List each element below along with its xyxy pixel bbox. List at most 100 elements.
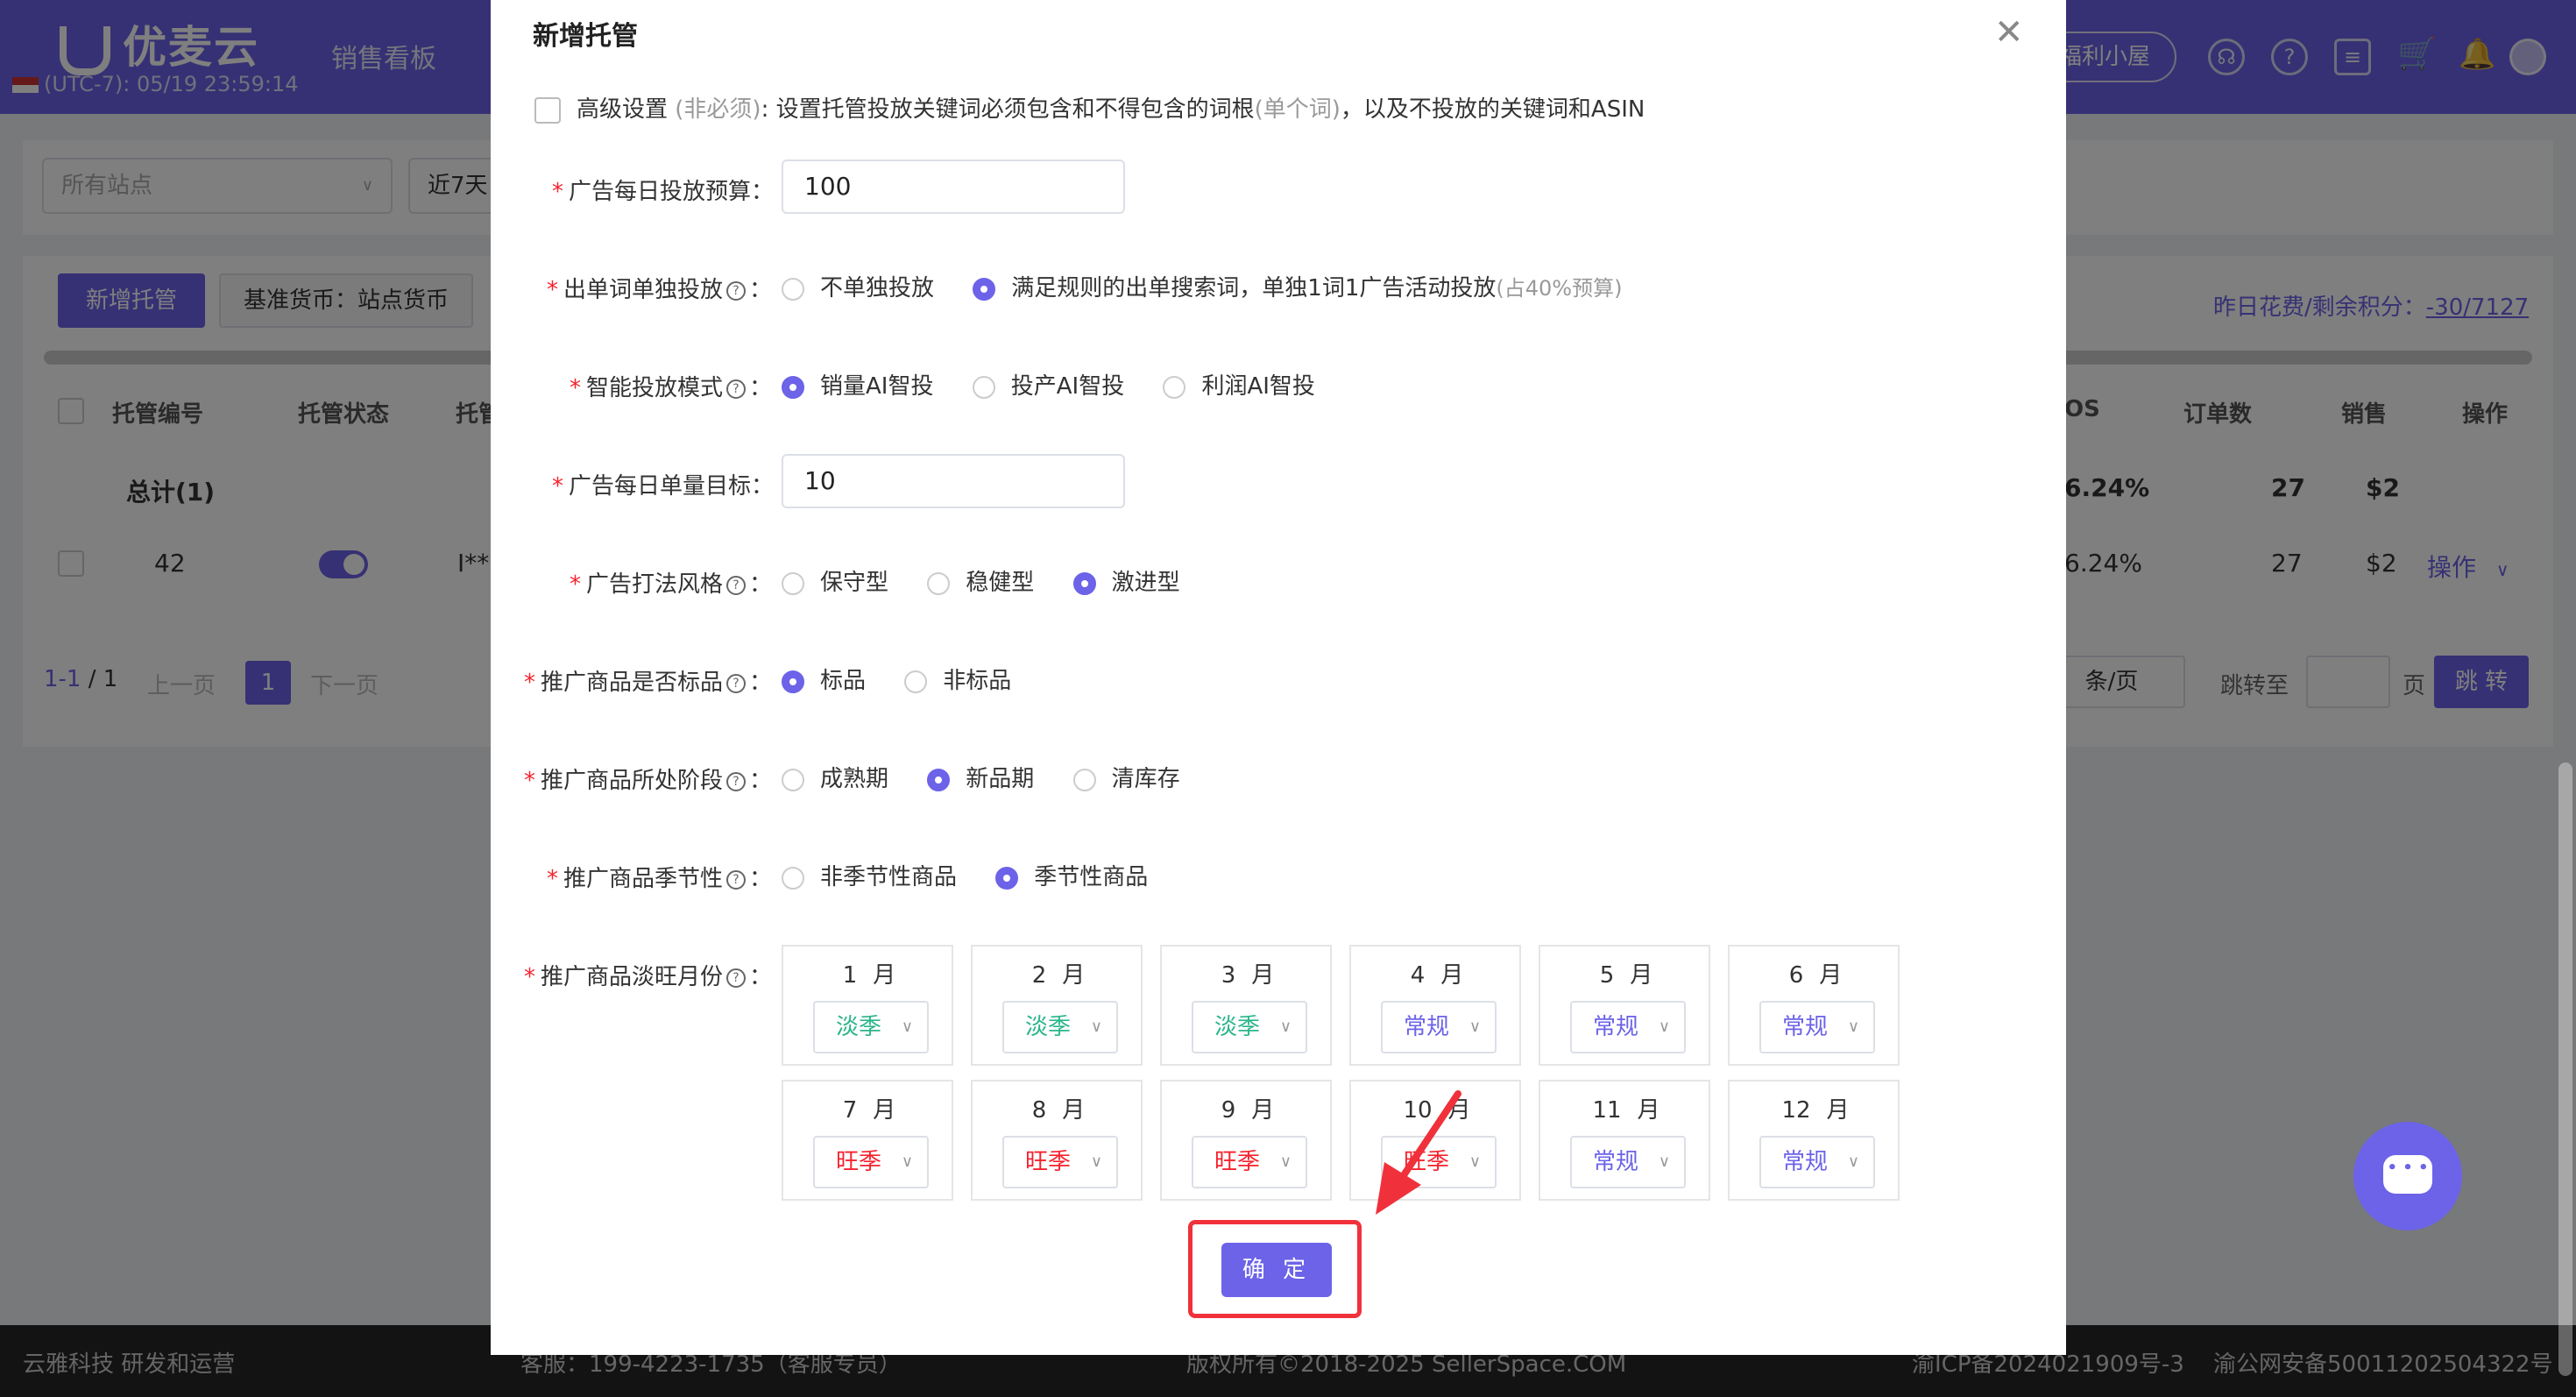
close-icon[interactable]: ✕ (1994, 12, 2024, 53)
season-select[interactable]: 常规 ∨ (1570, 1136, 1686, 1188)
season-select[interactable]: 旺季 ∨ (1192, 1136, 1307, 1188)
season-value: 常规 (1782, 1149, 1829, 1175)
arrow-annotation-icon (1376, 1090, 1461, 1215)
month-unit: 月 (1440, 962, 1464, 989)
month-unit: 月 (1637, 1097, 1660, 1124)
season-value: 淡季 (836, 1014, 882, 1040)
month-cell: 9 月旺季 ∨ (1160, 1080, 1332, 1201)
ai-mode-label: * 智能投放模式?： (570, 375, 773, 401)
radio-sales-ai[interactable]: 销量AI智投 (782, 368, 933, 401)
radio-no-single[interactable]: 不单独投放 (782, 270, 934, 302)
radio-seasonal[interactable]: 季节性商品 (995, 859, 1148, 891)
advanced-settings-checkbox[interactable] (534, 96, 561, 124)
month-number: 4 (1410, 962, 1426, 989)
radio-dot-selected (927, 768, 951, 791)
month-unit: 月 (1819, 962, 1843, 989)
month-number: 7 (842, 1097, 858, 1124)
single-word-radio-group: 不单独投放 满足规则的出单搜索词，单独1词1广告活动投放(占40%预算) (782, 270, 1653, 302)
question-icon[interactable]: ? (726, 869, 747, 890)
new-hosting-modal: 新增托管 ✕ 高级设置 (非必须): 设置托管投放关键词必须包含和不得包含的词根… (491, 0, 2066, 1355)
radio-steady[interactable]: 稳健型 (927, 564, 1034, 597)
month-name: 3月 (1162, 957, 1334, 989)
season-select[interactable]: 常规 ∨ (1759, 1001, 1875, 1053)
radio-dot (927, 571, 951, 595)
month-cell: 3 月淡季 ∨ (1160, 945, 1332, 1066)
month-name: 5月 (1540, 957, 1712, 989)
season-select[interactable]: 旺季 ∨ (1002, 1136, 1118, 1188)
month-number: 9 (1221, 1097, 1236, 1124)
product-stage-radio-group: 成熟期 新品期 清库存 (782, 761, 1212, 793)
season-select[interactable]: 常规 ∨ (1570, 1001, 1686, 1053)
month-unit: 月 (873, 962, 896, 989)
season-select[interactable]: 常规 ∨ (1381, 1001, 1497, 1053)
season-select[interactable]: 淡季 ∨ (813, 1001, 929, 1053)
radio-aggressive[interactable]: 激进型 (1072, 564, 1180, 597)
month-unit: 月 (1251, 1097, 1275, 1124)
radio-dot (782, 768, 804, 791)
question-icon[interactable]: ? (726, 280, 747, 301)
chat-icon (2383, 1155, 2432, 1194)
chevron-down-icon: ∨ (901, 1018, 913, 1036)
chevron-down-icon: ∨ (1090, 1152, 1102, 1171)
question-icon[interactable]: ? (726, 968, 747, 988)
month-name: 2月 (973, 957, 1144, 989)
month-cell: 2 月淡季 ∨ (971, 945, 1143, 1066)
ad-style-label: * 广告打法风格?： (570, 571, 773, 598)
chevron-down-icon: ∨ (1847, 1152, 1859, 1171)
standard-product-label: * 推广商品是否标品?： (524, 670, 773, 696)
month-name: 9月 (1162, 1092, 1334, 1124)
page-scrollbar[interactable] (2558, 762, 2572, 1376)
radio-single[interactable]: 满足规则的出单搜索词，单独1词1广告活动投放(占40%预算) (973, 270, 1622, 302)
daily-order-target-label: * 广告每日单量目标： (552, 473, 775, 500)
radio-profit-ai[interactable]: 利润AI智投 (1163, 368, 1315, 401)
confirm-button[interactable]: 确 定 (1221, 1243, 1332, 1297)
month-name: 12 月 (1730, 1092, 1901, 1124)
radio-mature[interactable]: 成熟期 (782, 761, 888, 793)
radio-dot-selected (782, 375, 804, 399)
month-unit: 月 (873, 1097, 896, 1124)
radio-dot (782, 277, 804, 301)
month-unit: 月 (1062, 962, 1086, 989)
radio-dot (1072, 768, 1096, 791)
radio-new[interactable]: 新品期 (927, 761, 1034, 793)
month-unit: 月 (1630, 962, 1653, 989)
month-cell: 5 月常规 ∨ (1539, 945, 1710, 1066)
radio-non-seasonal[interactable]: 非季节性商品 (782, 859, 957, 891)
month-cell: 1 月淡季 ∨ (782, 945, 953, 1066)
radio-conservative[interactable]: 保守型 (782, 564, 888, 597)
radio-standard[interactable]: 标品 (782, 663, 866, 695)
daily-order-target-input[interactable]: 10 (782, 454, 1125, 508)
advanced-settings: 高级设置 (非必须): 设置托管投放关键词必须包含和不得包含的词根(单个词)，以… (534, 91, 1645, 124)
radio-dot-selected (1072, 571, 1096, 595)
standard-product-radio-group: 标品 非标品 (782, 663, 1043, 695)
question-icon[interactable]: ? (726, 575, 747, 595)
chat-button[interactable] (2353, 1122, 2462, 1230)
season-select[interactable]: 淡季 ∨ (1192, 1001, 1307, 1053)
question-icon[interactable]: ? (726, 379, 747, 399)
season-months-label: * 推广商品淡旺月份?： (524, 964, 773, 990)
radio-dot (972, 375, 995, 399)
season-value: 常规 (1593, 1149, 1639, 1175)
chevron-down-icon: ∨ (1658, 1018, 1670, 1036)
radio-non-standard[interactable]: 非标品 (904, 663, 1011, 695)
product-stage-label: * 推广商品所处阶段?： (524, 768, 773, 794)
season-select[interactable]: 淡季 ∨ (1002, 1001, 1118, 1053)
season-value: 常规 (1404, 1014, 1450, 1040)
month-cell: 4 月常规 ∨ (1349, 945, 1521, 1066)
question-icon[interactable]: ? (726, 673, 747, 693)
radio-dot (782, 866, 804, 890)
month-name: 8月 (973, 1092, 1144, 1124)
daily-budget-input[interactable]: 100 (782, 160, 1125, 214)
season-select[interactable]: 旺季 ∨ (813, 1136, 929, 1188)
radio-roi-ai[interactable]: 投产AI智投 (972, 368, 1124, 401)
month-cell: 7 月旺季 ∨ (782, 1080, 953, 1201)
chevron-down-icon: ∨ (1658, 1152, 1670, 1171)
month-number: 1 (842, 962, 858, 989)
radio-clearance[interactable]: 清库存 (1072, 761, 1180, 793)
question-icon[interactable]: ? (726, 771, 747, 791)
month-name: 6月 (1730, 957, 1901, 989)
season-value: 旺季 (836, 1149, 882, 1175)
ai-mode-radio-group: 销量AI智投 投产AI智投 利润AI智投 (782, 368, 1347, 401)
season-select[interactable]: 常规 ∨ (1759, 1136, 1875, 1188)
month-cell: 8 月旺季 ∨ (971, 1080, 1143, 1201)
